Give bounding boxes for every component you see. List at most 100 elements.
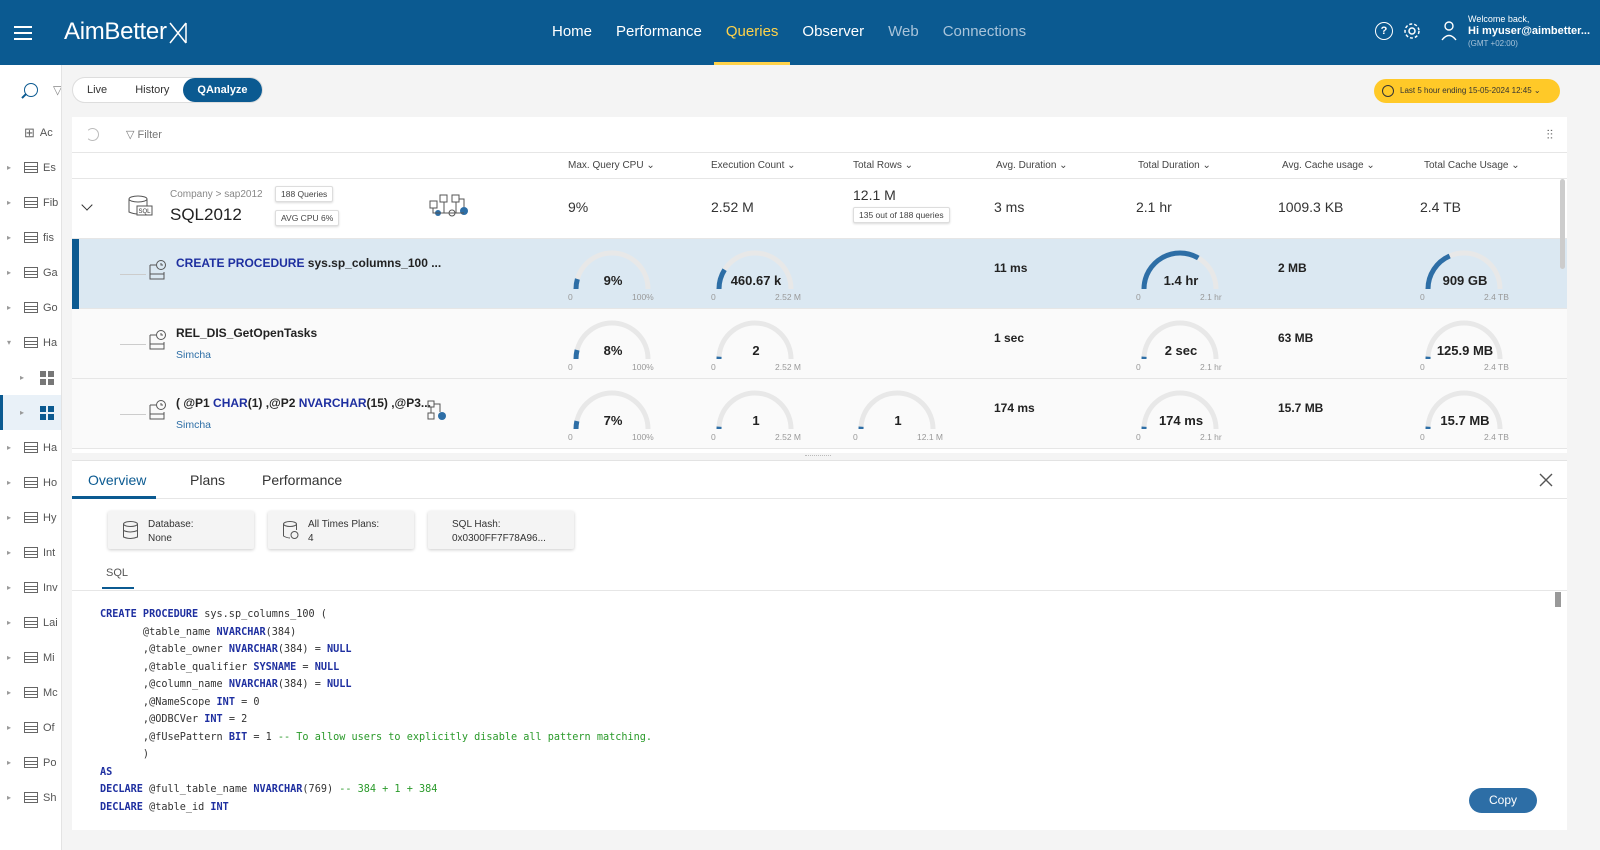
sidebar-item[interactable]: ▾ Ha xyxy=(0,325,61,360)
query-text: REL_DIS_GetOpenTasks xyxy=(176,326,318,340)
expand-chevron-icon[interactable]: ▸ xyxy=(7,653,17,662)
mode-live[interactable]: Live xyxy=(73,78,121,102)
cpu-gauge: 9% 0 100% xyxy=(568,247,668,305)
sidebar-item[interactable]: ▸ Es xyxy=(0,150,61,185)
plan-tree-icon[interactable] xyxy=(428,193,474,219)
tab-overview[interactable]: Overview xyxy=(88,472,146,488)
rows-note-badge: 135 out of 188 queries xyxy=(853,207,950,223)
menu-icon[interactable] xyxy=(14,22,36,42)
sidebar-item[interactable]: ▸ xyxy=(0,395,61,430)
nav-home[interactable]: Home xyxy=(540,0,604,65)
close-icon[interactable] xyxy=(1539,473,1553,487)
nav-queries[interactable]: Queries xyxy=(713,0,791,65)
gauge-value: 1 xyxy=(752,413,760,428)
gauge-min: 0 xyxy=(1136,432,1141,442)
server-group-row[interactable]: SQL Company > sap2012 SQL2012 188 Querie… xyxy=(72,179,1567,239)
column-header[interactable]: Max. Query CPU ⌄ xyxy=(568,160,655,171)
expand-chevron-icon[interactable]: ▸ xyxy=(20,408,30,417)
plan-tree-icon[interactable] xyxy=(426,399,450,423)
query-row[interactable]: REL_DIS_GetOpenTasks Simcha 8% 0 100% 2 0 2.52 … xyxy=(72,309,1567,379)
column-header[interactable]: Total Rows ⌄ xyxy=(853,160,913,171)
column-header[interactable]: Total Cache Usage ⌄ xyxy=(1424,160,1520,171)
query-user[interactable]: Simcha xyxy=(176,349,211,361)
tab-plans[interactable]: Plans xyxy=(190,472,225,488)
query-row[interactable]: ( @P1 CHAR(1) ,@P2 NVARCHAR(15) ,@P3... S… xyxy=(72,379,1567,449)
tab-performance[interactable]: Performance xyxy=(262,472,342,488)
sql-code-block: CREATE PROCEDURE sys.sp_columns_100 ( @t… xyxy=(100,609,653,813)
search-icon[interactable] xyxy=(24,83,38,97)
gauge-value: 1.4 hr xyxy=(1163,273,1199,288)
sidebar-item[interactable]: ▸ Po xyxy=(0,745,61,780)
copy-button[interactable]: Copy xyxy=(1469,788,1537,813)
sidebar-item[interactable]: ▸ Inv xyxy=(0,570,61,605)
sidebar-item[interactable]: ▸ fis xyxy=(0,220,61,255)
sidebar-item[interactable]: ▸ Hy xyxy=(0,500,61,535)
expand-chevron-icon[interactable]: ▸ xyxy=(7,163,17,172)
sidebar-item[interactable]: ⊞ Ac xyxy=(0,115,61,150)
expand-chevron-icon[interactable]: ▸ xyxy=(7,478,17,487)
expand-chevron-icon[interactable]: ▸ xyxy=(7,618,17,627)
filter-button[interactable]: ▽ Filter xyxy=(126,128,162,141)
expand-chevron-icon[interactable]: ▸ xyxy=(20,373,30,382)
collapse-chevron-icon[interactable] xyxy=(81,199,93,211)
settings-gear-icon[interactable] xyxy=(1403,22,1421,40)
expand-chevron-icon[interactable]: ▸ xyxy=(7,268,17,277)
column-settings-icon[interactable]: ⫶⫶ xyxy=(1547,127,1554,143)
mode-history[interactable]: History xyxy=(121,78,183,102)
expand-chevron-icon[interactable]: ▸ xyxy=(7,513,17,522)
nav-connections[interactable]: Connections xyxy=(931,0,1038,65)
sidebar-item[interactable]: ▸ Ho xyxy=(0,465,61,500)
nav-observer[interactable]: Observer xyxy=(790,0,876,65)
nav-web[interactable]: Web xyxy=(876,0,931,65)
column-header[interactable]: Avg. Duration ⌄ xyxy=(996,160,1068,171)
sidebar-item-label: Ac xyxy=(39,126,53,139)
query-user[interactable]: Simcha xyxy=(176,419,211,431)
expand-chevron-icon[interactable]: ▸ xyxy=(7,583,17,592)
user-menu[interactable]: Welcome back, Hi myuser@aimbetter... (GM… xyxy=(1440,14,1590,49)
app-logo[interactable]: AimBetter xyxy=(64,18,188,46)
sidebar-item[interactable]: ▸ Int xyxy=(0,535,61,570)
sidebar-item[interactable]: ▸ Go xyxy=(0,290,61,325)
query-row[interactable]: CREATE PROCEDURE sys.sp_columns_100 ... 9… xyxy=(72,239,1567,309)
sidebar-item[interactable]: ▸ Ha xyxy=(0,430,61,465)
refresh-icon[interactable] xyxy=(86,128,99,141)
expand-chevron-icon[interactable]: ▸ xyxy=(7,723,17,732)
query-title[interactable]: REL_DIS_GetOpenTasks xyxy=(176,326,317,340)
sidebar-item[interactable]: ▸ Sh xyxy=(0,780,61,815)
mode-qanalyze[interactable]: QAnalyze xyxy=(183,78,262,102)
selected-row-marker xyxy=(72,239,79,309)
sidebar-item-label: Hy xyxy=(43,511,57,524)
expand-chevron-icon[interactable]: ▸ xyxy=(7,688,17,697)
main-nav: Home Performance Queries Observer Web Connect… xyxy=(540,0,1038,65)
nav-performance[interactable]: Performance xyxy=(604,0,714,65)
sidebar-item[interactable]: ▸ Fib xyxy=(0,185,61,220)
expand-chevron-icon[interactable]: ▸ xyxy=(7,548,17,557)
sidebar-item[interactable]: ▸ Mc xyxy=(0,675,61,710)
help-icon[interactable]: ? xyxy=(1375,22,1393,40)
expand-chevron-icon[interactable]: ▸ xyxy=(7,198,17,207)
sidebar-item[interactable]: ▸ xyxy=(0,360,61,395)
sidebar-item[interactable]: ▸ Mi xyxy=(0,640,61,675)
sidebar-item[interactable]: ▸ Lai xyxy=(0,605,61,640)
sidebar-item[interactable]: ▸ Of xyxy=(0,710,61,745)
code-scrollbar[interactable] xyxy=(1555,592,1561,607)
expand-chevron-icon[interactable]: ▸ xyxy=(7,758,17,767)
query-title[interactable]: CREATE PROCEDURE sys.sp_columns_100 ... xyxy=(176,256,441,270)
expand-chevron-icon[interactable]: ▸ xyxy=(7,443,17,452)
server-icon xyxy=(24,232,38,243)
split-resize-handle[interactable] xyxy=(805,455,831,457)
expand-chevron-icon[interactable]: ▸ xyxy=(7,793,17,802)
expand-chevron-icon[interactable]: ▾ xyxy=(7,338,17,347)
filter-icon[interactable]: ▽ xyxy=(53,83,61,97)
sidebar-item[interactable]: ▸ Ga xyxy=(0,255,61,290)
time-range-picker[interactable]: Last 5 hour ending 15-05-2024 12:45 ⌄ xyxy=(1374,79,1560,103)
query-title[interactable]: ( @P1 CHAR(1) ,@P2 NVARCHAR(15) ,@P3... xyxy=(176,396,431,410)
group-exec-count: 2.52 M xyxy=(711,199,754,215)
column-header[interactable]: Avg. Cache usage ⌄ xyxy=(1282,160,1375,171)
table-scrollbar[interactable] xyxy=(1560,179,1565,269)
expand-chevron-icon[interactable]: ▸ xyxy=(7,303,17,312)
expand-chevron-icon[interactable]: ▸ xyxy=(7,233,17,242)
column-header[interactable]: Execution Count ⌄ xyxy=(711,160,796,171)
tab-sql[interactable]: SQL xyxy=(106,567,128,579)
column-header[interactable]: Total Duration ⌄ xyxy=(1138,160,1211,171)
